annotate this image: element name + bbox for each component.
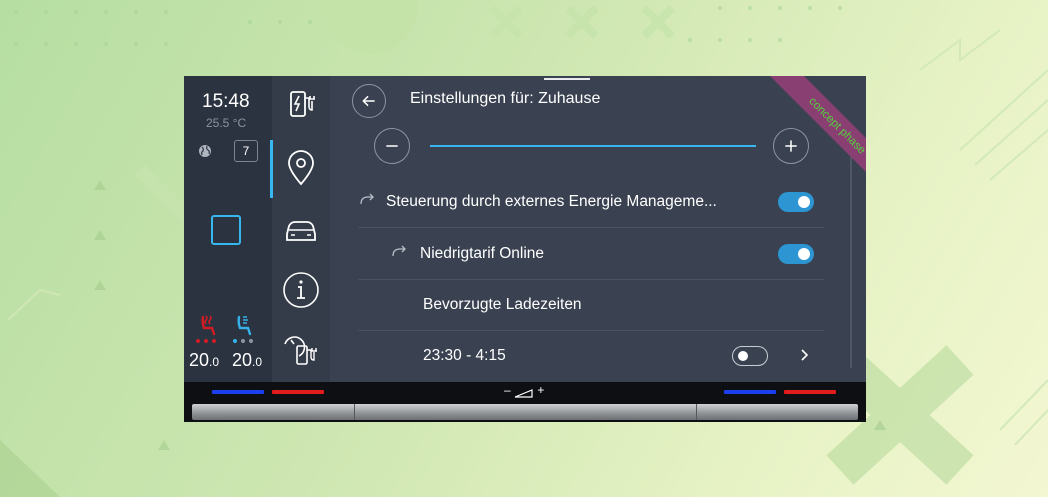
charging-timer-icon[interactable] (281, 330, 321, 370)
bottom-control-bar: – + (184, 382, 866, 422)
right-cool-indicator (724, 390, 776, 394)
seat-heating-level (196, 339, 216, 343)
seat-ventilation-level (233, 339, 253, 343)
climate-left-main: 20 (189, 350, 210, 370)
active-nav-indicator (270, 140, 273, 198)
drag-handle[interactable] (544, 78, 590, 80)
row-label: Niedrigtarif Online (420, 245, 545, 262)
volume-control[interactable]: – + (504, 383, 544, 398)
section-heading: Bevorzugte Ladezeiten (423, 296, 582, 313)
left-cool-indicator (212, 390, 264, 394)
info-icon[interactable] (281, 270, 321, 310)
clock: 15:48 (202, 91, 250, 112)
volume-wedge-icon (514, 389, 533, 398)
seat-ventilation-icon[interactable] (232, 313, 256, 337)
left-heat-indicator (272, 390, 324, 394)
right-heat-indicator (784, 390, 836, 394)
redirect-arrow-icon (392, 245, 406, 257)
seat-heating-icon[interactable] (196, 313, 220, 337)
hardware-button-strip[interactable] (192, 404, 858, 420)
redirect-arrow-icon (360, 193, 374, 205)
climate-right-decimal: .0 (252, 355, 263, 369)
car-icon[interactable] (281, 210, 321, 250)
climate-left-decimal: .0 (209, 355, 220, 369)
concept-phase-ribbon: concept phase (746, 76, 866, 196)
minus-icon[interactable] (374, 128, 410, 164)
row-preferred-charging-times: Bevorzugte Ladezeiten (358, 279, 824, 331)
globe-icon[interactable] (198, 144, 212, 158)
charging-station-icon[interactable] (281, 84, 321, 124)
app-nav-column (272, 76, 330, 382)
strip-divider (696, 404, 697, 420)
status-column: 15:48 25.5 °C 7 20.0 20.0 (184, 76, 272, 382)
row-low-tariff-online[interactable]: Niedrigtarif Online (358, 228, 824, 280)
climate-right-main: 20 (232, 350, 253, 370)
climate-right[interactable]: 20.0 (232, 350, 262, 371)
infotainment-screen: 15:48 25.5 °C 7 20.0 20.0 Einstellungen … (184, 76, 866, 422)
outside-temperature: 25.5 °C (206, 116, 247, 130)
chevron-right-icon[interactable] (798, 346, 812, 364)
volume-minus[interactable]: – (504, 383, 511, 397)
time-slot-label: 23:30 - 4:15 (423, 347, 506, 364)
slider-track[interactable] (430, 145, 756, 147)
volume-plus[interactable]: + (537, 383, 544, 397)
location-pin-icon[interactable] (281, 148, 321, 188)
toggle-switch-on[interactable] (778, 244, 814, 264)
strip-divider (354, 404, 355, 420)
home-square-button[interactable] (211, 215, 241, 245)
page-title: Einstellungen für: Zuhause (410, 90, 601, 107)
row-time-slot[interactable]: 23:30 - 4:15 (358, 330, 824, 382)
notification-count[interactable]: 7 (234, 140, 258, 162)
ribbon-text: concept phase (768, 76, 866, 195)
back-arrow-icon[interactable] (352, 84, 386, 118)
toggle-switch-off[interactable] (732, 346, 768, 366)
row-label: Steuerung durch externes Energie Managem… (386, 193, 717, 210)
climate-left[interactable]: 20.0 (189, 350, 219, 371)
